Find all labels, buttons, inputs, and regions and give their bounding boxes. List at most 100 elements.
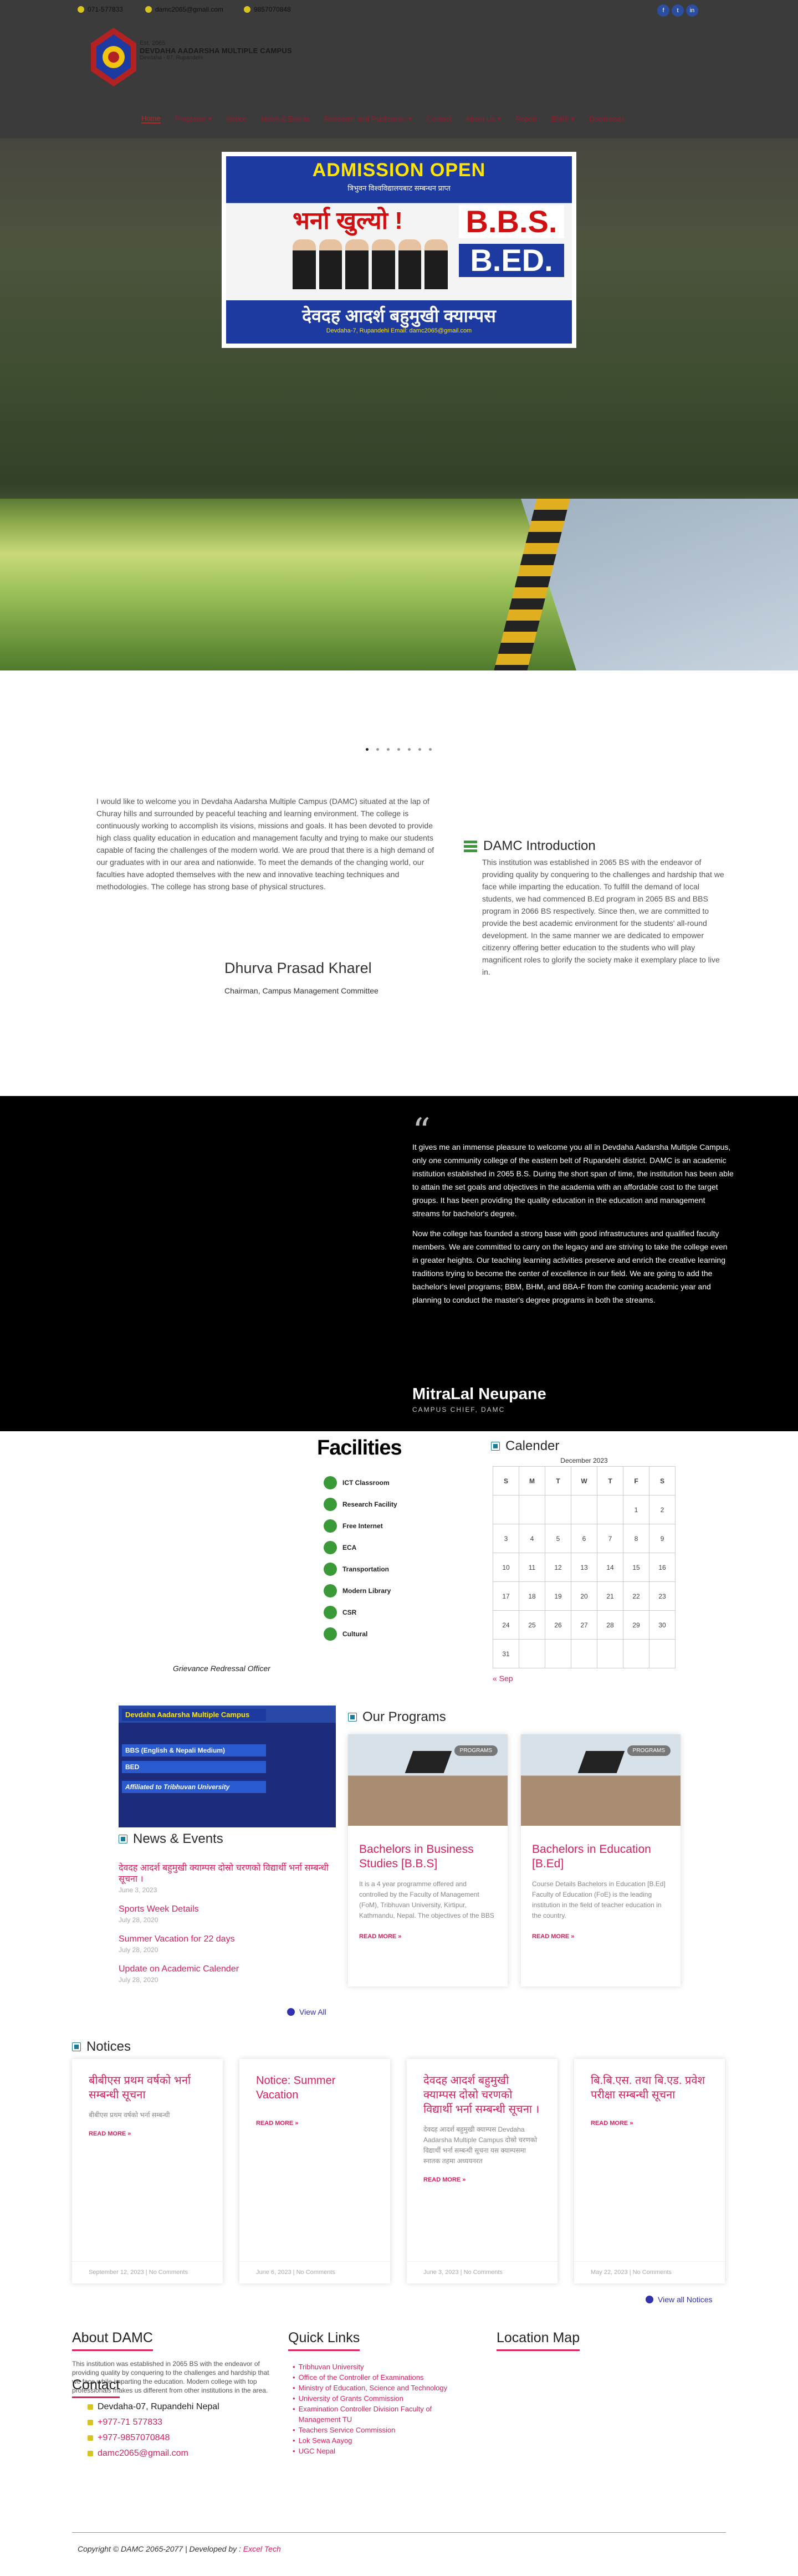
notices-view-all[interactable]: View all Notices (646, 2295, 713, 2304)
email-contact[interactable]: damc2065@gmail.com (145, 6, 223, 13)
slider-dot[interactable] (397, 748, 400, 751)
developer-link[interactable]: Excel Tech (243, 2544, 281, 2553)
grievance-officer[interactable]: Grievance Redressal Officer (173, 1664, 270, 1673)
promo-banner[interactable]: Devdaha Aadarsha Multiple Campus BBS (En… (119, 1706, 336, 1827)
slider-dot[interactable] (418, 748, 421, 751)
chief-message: It gives me an immense pleasure to welco… (412, 1143, 734, 1304)
quick-link[interactable]: Lok Sewa Aayog (293, 2435, 448, 2446)
quick-link[interactable]: Ministry of Education, Science and Techn… (293, 2383, 448, 2393)
research-icon (324, 1497, 337, 1511)
notice-title[interactable]: बि.बि.एस. तथा बि.एड. प्रवेश परीक्षा सम्ब… (574, 2059, 725, 2110)
nav-news-events[interactable]: News & Events (261, 114, 310, 124)
slider-dot[interactable] (366, 748, 369, 751)
notice-card[interactable]: बि.बि.एस. तथा बि.एड. प्रवेश परीक्षा सम्ब… (574, 2059, 725, 2283)
notice-card[interactable]: Notice: Summer Vacation READ MORE » June… (239, 2059, 390, 2283)
poster-students (293, 239, 448, 289)
arrow-icon (287, 2008, 295, 2016)
footer-mobile[interactable]: +977-9857070848 (88, 2430, 219, 2446)
linkedin-icon[interactable]: in (686, 4, 698, 17)
notice-title[interactable]: देवदह आदर्श बहुमुखी क्याम्पस दोस्रो चरणक… (407, 2059, 557, 2124)
facility-item: CSR (324, 1601, 397, 1623)
brand-address: Devdaha - 07, Rupandehi (140, 55, 203, 61)
poster-address: Devdaha-7, Rupandehi Email: damc2065@gma… (326, 327, 472, 334)
slider-dots (366, 748, 432, 751)
news-view-all[interactable]: View All (287, 2007, 326, 2016)
quick-link[interactable]: UGC Nepal (293, 2446, 448, 2456)
chief-name: MitraLal Neupane (412, 1385, 546, 1403)
calendar-heading: Calender (491, 1438, 559, 1454)
news-item[interactable]: देवदह आदर्श बहुमुखी क्याम्पस दोस्रो चरणक… (119, 1863, 335, 1894)
nav-home[interactable]: Home (141, 114, 161, 124)
facebook-icon[interactable]: f (657, 4, 669, 17)
news-item[interactable]: Summer Vacation for 22 days July 28, 2020 (119, 1934, 335, 1954)
twitter-icon[interactable]: t (672, 4, 684, 17)
admission-poster[interactable]: ADMISSION OPEN त्रिभुवन विश्वविद्यालयबाट… (222, 152, 576, 348)
notice-meta: June 3, 2023 | No Comments (407, 2261, 557, 2283)
promo-bed: BED (122, 1761, 266, 1773)
notice-excerpt: देवदह आदर्श बहुमुखी क्याम्पस Devdaha Aad… (423, 2126, 538, 2165)
campus-logo[interactable] (83, 27, 144, 88)
read-more-link[interactable]: READ MORE » (239, 2110, 390, 2137)
site-header: 071-577833 damc2065@gmail.com 9857070848… (0, 0, 798, 139)
widget-icon (119, 1835, 127, 1843)
read-more-link[interactable]: READ MORE » (407, 2167, 557, 2193)
nav-programs[interactable]: Programs ▾ (175, 114, 212, 124)
facility-item: ECA (324, 1537, 397, 1558)
widget-icon (348, 1713, 357, 1722)
footer-address: Devdaha-07, Rupandehi Nepal (88, 2399, 219, 2415)
calendar-prev-link[interactable]: « Sep (493, 1674, 676, 1683)
phone-contact[interactable]: 071-577833 (78, 6, 123, 13)
slider-dot[interactable] (376, 748, 379, 751)
notice-card[interactable]: बीबीएस प्रथम वर्षको भर्ना सम्बन्धी सूचना… (72, 2059, 223, 2283)
program-title[interactable]: Bachelors in Business Studies [B.B.S] (348, 1826, 508, 1879)
quick-link[interactable]: Examination Controller Division Faculty … (293, 2404, 448, 2425)
program-card[interactable]: PROGRAMS Bachelors in Education [B.Ed] C… (521, 1734, 681, 1986)
notice-card[interactable]: देवदह आदर्श बहुमुखी क्याम्पस दोस्रो चरणक… (407, 2059, 557, 2283)
mobile-contact[interactable]: 9857070848 (244, 6, 291, 13)
bus-icon (324, 1562, 337, 1576)
widget-icon (491, 1442, 500, 1451)
quick-link[interactable]: Teachers Service Commission (293, 2425, 448, 2435)
news-item[interactable]: Update on Academic Calender July 28, 2020 (119, 1964, 335, 1984)
nav-research[interactable]: Research and Publication ▾ (324, 114, 412, 124)
notice-meta: May 22, 2023 | No Comments (574, 2261, 725, 2283)
quick-link[interactable]: Tribhuvan University (293, 2362, 448, 2372)
footer-email[interactable]: damc2065@gmail.com (88, 2446, 219, 2461)
poster-headline: ADMISSION OPEN (312, 160, 486, 181)
nav-downloads[interactable]: Downloads (589, 114, 625, 124)
nav-contact[interactable]: Contact (427, 114, 452, 124)
read-more-link[interactable]: READ MORE » (348, 1921, 508, 1952)
intro-heading: DAMC Introduction (463, 838, 596, 854)
csr-icon (324, 1605, 337, 1619)
footer-divider (72, 2532, 726, 2533)
slider-dot[interactable] (408, 748, 411, 751)
nav-notice[interactable]: Notice (226, 114, 247, 124)
quick-link[interactable]: Office of the Controller of Examinations (293, 2372, 448, 2383)
nav-about[interactable]: About Us ▾ (466, 114, 501, 124)
read-more-link[interactable]: READ MORE » (521, 1921, 681, 1952)
quick-link[interactable]: University of Grants Commission (293, 2393, 448, 2404)
news-list: देवदह आदर्श बहुमुखी क्याम्पस दोस्रो चरणक… (119, 1863, 335, 1994)
notice-excerpt: बीबीएस प्रथम वर्षको भर्ना सम्बन्धी (89, 2111, 170, 2119)
read-more-link[interactable]: READ MORE » (574, 2110, 725, 2137)
slider-dot[interactable] (429, 748, 432, 751)
mobile-icon (88, 2435, 93, 2441)
chief-role: CAMPUS CHIEF, DAMC (412, 1406, 505, 1414)
facilities-list: ICT Classroom Research Facility Free Int… (324, 1472, 397, 1645)
footer-map-title: Location Map (497, 2330, 580, 2351)
slider-dot[interactable] (387, 748, 390, 751)
news-item[interactable]: Sports Week Details July 28, 2020 (119, 1904, 335, 1924)
footer-phone[interactable]: +977-71 577833 (88, 2415, 219, 2430)
copyright: Copyright © DAMC 2065-2077 | Developed b… (78, 2544, 281, 2553)
nav-emis[interactable]: EMIS ▾ (551, 114, 575, 124)
program-card[interactable]: PROGRAMS Bachelors in Business Studies [… (348, 1734, 508, 1986)
main-nav: Home Programs ▾ Notice News & Events Res… (141, 114, 625, 124)
nav-report[interactable]: Report (515, 114, 537, 124)
calendar-month: December 2023 (560, 1457, 608, 1464)
read-more-link[interactable]: READ MORE » (72, 2121, 223, 2147)
arrow-icon (646, 2296, 653, 2303)
phone-icon (78, 6, 84, 13)
notice-title[interactable]: Notice: Summer Vacation (239, 2059, 390, 2110)
program-title[interactable]: Bachelors in Education [B.Ed] (521, 1826, 681, 1879)
notice-title[interactable]: बीबीएस प्रथम वर्षको भर्ना सम्बन्धी सूचना (72, 2059, 223, 2110)
